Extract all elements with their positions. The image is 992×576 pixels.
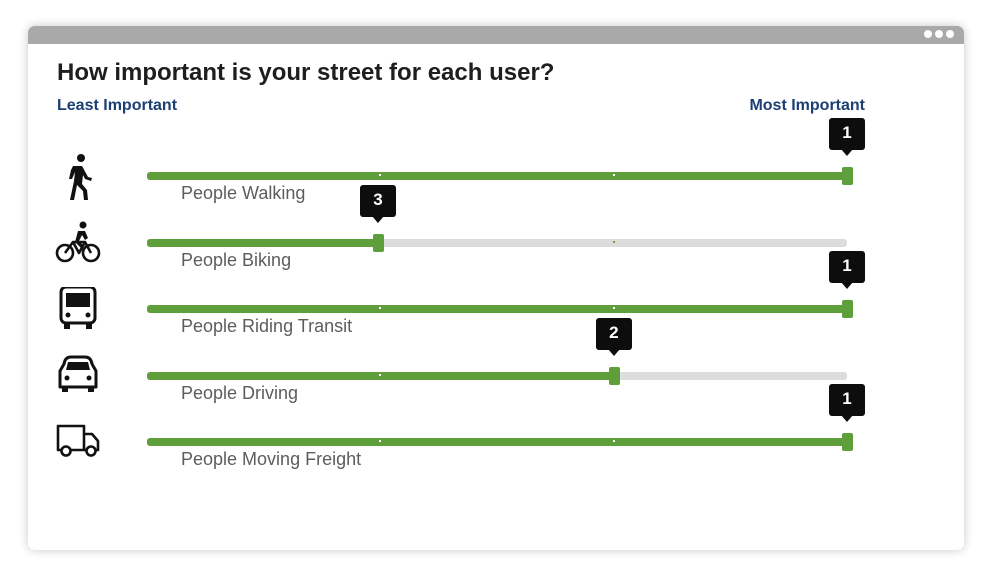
truck-icon [56,424,100,457]
bicycle-icon [55,221,101,263]
slider-thumb[interactable] [608,367,620,385]
rank-badge: 3 [360,185,396,223]
window-titlebar [28,26,964,44]
slider-tick [379,307,382,309]
slider-fill [147,438,847,446]
slider-thumb[interactable] [842,433,853,451]
user-label: People Riding Transit [181,316,353,336]
importance-slider-transit[interactable]: 1 [147,251,865,318]
slider-thumb[interactable] [373,234,384,252]
slider-fill [147,305,847,313]
importance-slider-freight[interactable]: 1 [147,384,865,451]
slider-thumb[interactable] [842,300,853,318]
rank-badge: 1 [829,384,865,422]
car-icon [58,355,98,392]
scale-min-label: Least Important [57,97,178,114]
slider-tick [379,440,382,442]
slider-fill [147,172,847,180]
slider-fill [147,239,378,247]
user-label: People Walking [181,183,306,203]
user-row-walking: 1 People Walking [28,118,964,220]
slider-tick [612,241,615,243]
more-options-icon[interactable] [921,30,954,38]
slider-tick [612,440,615,442]
user-label: People Biking [181,250,292,270]
user-row-driving: 2 People Driving [28,318,964,420]
user-row-freight: 1 People Moving Freight [28,384,964,486]
pedestrian-icon [69,154,92,200]
slider-tick [612,174,615,176]
rank-badge: 2 [595,318,632,356]
user-row-transit: 1 People Riding Transit [28,251,964,353]
importance-slider-biking[interactable]: 3 [147,185,847,252]
importance-slider-driving[interactable]: 2 [147,318,847,385]
rank-badge: 1 [829,118,865,156]
user-label: People Driving [181,383,299,403]
user-row-biking: 3 People Biking [28,185,964,287]
slider-tick [379,374,382,376]
user-label: People Moving Freight [181,449,362,469]
question-title: How important is your street for each us… [57,59,555,86]
survey-window: How important is your street for each us… [28,26,964,550]
rank-badge: 1 [829,251,865,289]
slider-thumb[interactable] [842,167,853,185]
scale-max-label: Most Important [749,97,865,114]
bus-icon [59,287,97,329]
slider-tick [612,307,615,309]
importance-slider-walking[interactable]: 1 [147,118,865,185]
slider-tick [379,174,382,176]
